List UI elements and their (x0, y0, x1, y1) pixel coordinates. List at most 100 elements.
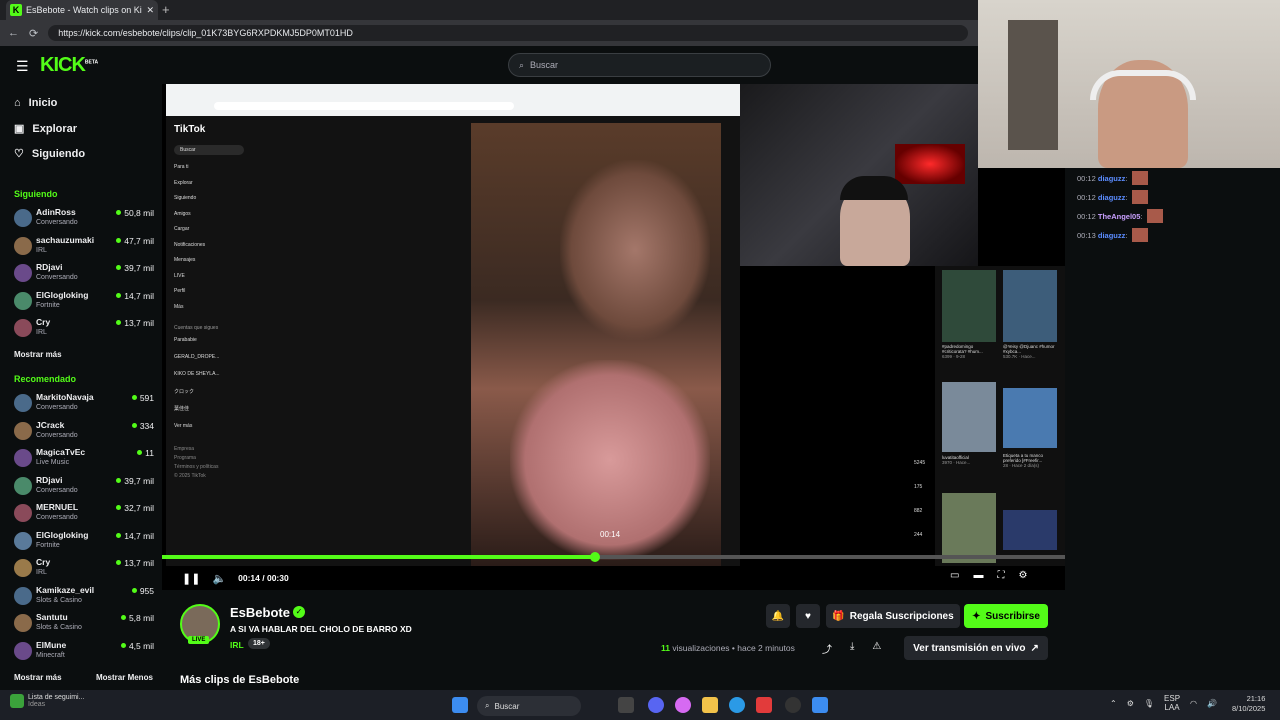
channel-name: JCrack (36, 419, 65, 430)
notepad-icon[interactable] (812, 697, 828, 713)
nav-inicio[interactable]: ⌂ Inicio (14, 97, 57, 109)
kick-logo[interactable]: KICKBETA (40, 54, 98, 77)
sidebar-channel-rdjavi[interactable]: RDjavi Conversando 39,7 mil (14, 474, 154, 500)
browser-tab[interactable]: K EsBebote - Watch clips on Ki ✕ (6, 0, 158, 20)
channel-name: ElMune (36, 639, 67, 650)
wifi-icon[interactable]: ◠ (1190, 699, 1197, 708)
sidebar-channel-adinross[interactable]: AdinRoss Conversando 50,8 mil (14, 206, 154, 232)
hamburger-menu-icon[interactable]: ☰ (16, 58, 29, 75)
channel-category: Conversando (36, 274, 78, 281)
nav-explorar[interactable]: ▣ Explorar (14, 122, 77, 136)
tiktok-account-item: Parababie (174, 337, 197, 343)
chrome-icon[interactable] (785, 697, 801, 713)
viewer-count: 5,8 mil (121, 613, 154, 623)
beta-badge: BETA (84, 59, 99, 66)
channel-name[interactable]: EsBebote (230, 605, 290, 620)
tiktok-footer-link: Términos y políticas (174, 464, 219, 470)
category-link[interactable]: IRL (230, 640, 244, 650)
theater-icon[interactable]: ▬ (973, 570, 983, 581)
new-tab-icon[interactable]: + (162, 2, 170, 17)
taskbar-widget[interactable]: Lista de seguimi... Ideas (10, 694, 84, 708)
sidebar-channel-kamikaze_evil[interactable]: Kamikaze_evil Slots & Casino 955 (14, 584, 154, 610)
sidebar-channel-magicatvec[interactable]: MagicaTvEc Live Music 11 (14, 446, 154, 472)
taskbar-search[interactable]: ⌕ Buscar (477, 696, 581, 716)
show-less-button[interactable]: Mostrar Menos (96, 673, 153, 682)
pip-icon[interactable]: ▭ (950, 570, 959, 581)
sidebar-channel-sachauzumaki[interactable]: sachauzumaki IRL 47,7 mil (14, 234, 154, 260)
show-more-recommended[interactable]: Mostrar más (14, 673, 62, 682)
tiktok-action-count: 5245 (914, 460, 926, 466)
search-icon: ⌕ (519, 59, 525, 70)
tiktok-menu-item: Mensajes (174, 257, 196, 263)
captured-browser-chrome (166, 84, 740, 116)
sidebar-channel-cry[interactable]: Cry IRL 13,7 mil (14, 556, 154, 582)
follow-heart-button[interactable]: ♥ (796, 604, 820, 628)
avatar (14, 641, 32, 660)
sidebar-channel-cry[interactable]: Cry IRL 13,7 mil (14, 316, 154, 342)
sidebar-channel-elglogloking[interactable]: ElGlogloking Fortnite 14,7 mil (14, 289, 154, 315)
share-icon[interactable]: ⤴ (822, 641, 832, 656)
viewer-count: 11 (137, 448, 154, 458)
avatar (14, 421, 32, 440)
file-explorer-icon[interactable] (702, 697, 718, 713)
app-icon[interactable] (756, 697, 772, 713)
mic-icon[interactable]: 🎙 (1144, 699, 1154, 708)
edge-icon[interactable] (729, 697, 745, 713)
chevron-up-icon[interactable]: ⌃ (1110, 699, 1117, 708)
emote-icon (1131, 190, 1148, 204)
subscribe-button[interactable]: ✦ Suscribirse (964, 604, 1048, 628)
volume-tray-icon[interactable]: 🔊 (1207, 699, 1217, 708)
emote-icon (1131, 171, 1148, 185)
copilot-icon[interactable] (675, 697, 691, 713)
close-tab-icon[interactable]: ✕ (146, 5, 154, 16)
back-icon[interactable]: ← (8, 27, 19, 39)
nav-siguiendo[interactable]: ♡ Siguiendo (14, 147, 85, 161)
verified-icon: ✓ (293, 606, 305, 618)
viewer-count: 13,7 mil (116, 558, 154, 568)
pause-icon[interactable]: ❚❚ (182, 572, 200, 585)
sidebar-channel-mernuel[interactable]: MERNUEL Conversando 32,7 mil (14, 501, 154, 527)
settings-icon[interactable]: ⚙ (1018, 570, 1027, 581)
sidebar: ⌂ Inicio ▣ Explorar ♡ Siguiendo Siguiendo A… (0, 84, 162, 690)
channel-name: MERNUEL (36, 502, 79, 512)
fullscreen-icon[interactable]: ⛶ (997, 570, 1004, 581)
download-icon[interactable]: ⤓ (850, 641, 854, 656)
channel-name: RDjavi (36, 474, 63, 485)
discord-icon[interactable] (648, 697, 664, 713)
watch-live-button[interactable]: Ver transmisión en vivo ↗ (904, 636, 1048, 660)
search-input[interactable]: ⌕ Buscar (508, 53, 771, 77)
url-field[interactable]: https://kick.com/esbebote/clips/clip_01K… (48, 25, 969, 41)
volume-icon[interactable]: 🔈 (212, 572, 226, 585)
task-view-icon[interactable] (618, 697, 634, 713)
seek-tooltip: 00:14 (600, 530, 621, 539)
more-clips-heading: Más clips de EsBebote (180, 674, 300, 686)
view-count: 11 visualizaciones • hace 2 minutos (661, 643, 795, 653)
seek-bar-progress (162, 555, 596, 559)
sidebar-channel-elmune[interactable]: ElMune Minecraft 4,5 mil (14, 639, 154, 665)
notification-bell-button[interactable]: 🔔 (766, 604, 790, 628)
taskbar-clock[interactable]: 21:16 8/10/2025 (1232, 694, 1265, 714)
settings-tray-icon[interactable]: ⚙ (1127, 699, 1134, 708)
tiktok-search: Buscar (174, 145, 244, 155)
viewer-count: 13,7 mil (116, 318, 154, 328)
sidebar-channel-markitonavaja[interactable]: MarkitoNavaja Conversando 591 (14, 391, 154, 417)
report-icon[interactable]: ⚠ (872, 641, 881, 656)
feed-thumbnail (942, 493, 996, 563)
feed-thumbnail (1003, 388, 1057, 448)
channel-name: Cry (36, 557, 51, 567)
reload-icon[interactable]: ⟳ (29, 27, 38, 40)
channel-name: AdinRoss (36, 207, 76, 217)
sidebar-channel-santutu[interactable]: Santutu Slots & Casino 5,8 mil (14, 611, 154, 637)
tiktok-menu-item: Para ti (174, 164, 189, 170)
system-tray: ⌃ ⚙ 🎙 ESP LAA ◠ 🔊 (1110, 694, 1217, 712)
sidebar-channel-rdjavi[interactable]: RDjavi Conversando 39,7 mil (14, 261, 154, 287)
language-indicator[interactable]: ESP LAA (1164, 694, 1180, 712)
feed-thumbnail (942, 270, 996, 342)
channel-category: IRL (36, 329, 47, 336)
sidebar-channel-elglogloking[interactable]: ElGlogloking Fortnite 14,7 mil (14, 529, 154, 555)
show-more-following[interactable]: Mostrar más (14, 350, 62, 359)
sidebar-channel-jcrack[interactable]: JCrack Conversando 334 (14, 419, 154, 445)
gift-subs-button[interactable]: 🎁 Regala Suscripciones (826, 604, 960, 628)
red-light (895, 144, 965, 184)
windows-start-icon[interactable] (452, 697, 468, 713)
